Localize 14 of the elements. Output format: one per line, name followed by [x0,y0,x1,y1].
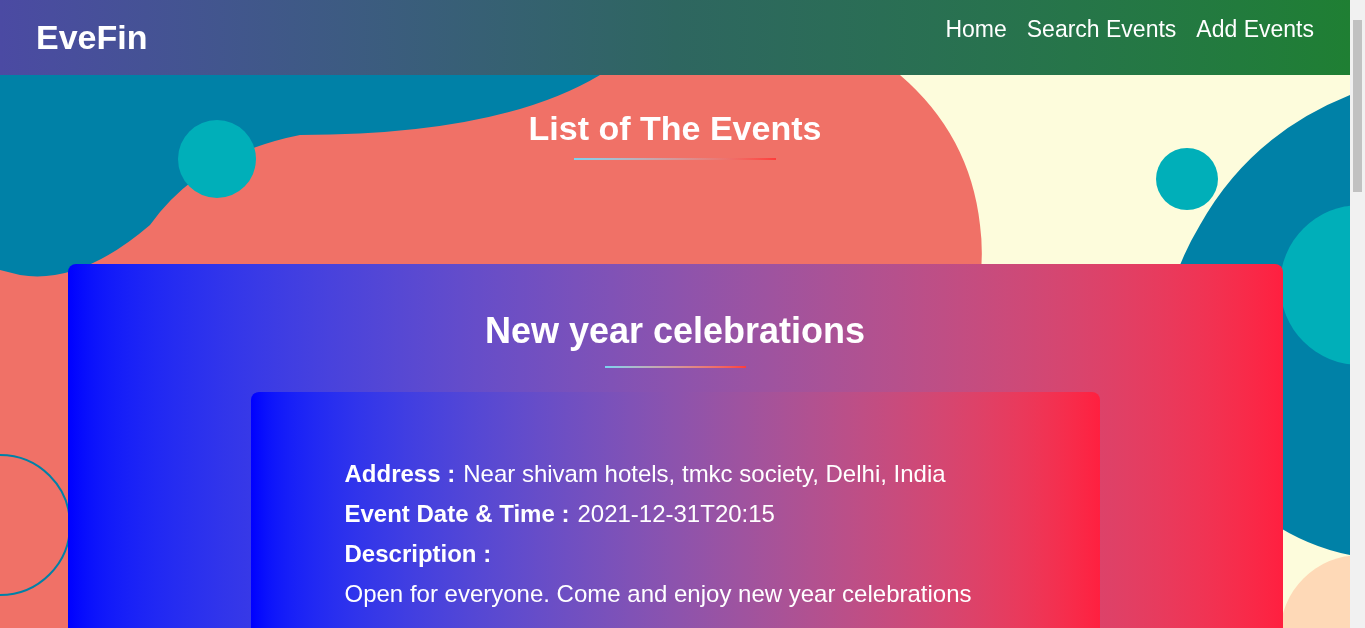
nav-link[interactable]: Add Events [1196,12,1314,47]
field-value: 2021-12-31T20:15 [577,498,775,529]
nav-link[interactable]: Search Events [1026,12,1177,47]
brand-logo[interactable]: EveFin [36,12,148,63]
scrollbar-thumb[interactable] [1353,20,1362,192]
page-title: List of The Events [528,108,822,149]
nav-link[interactable]: Home [945,12,1007,47]
field-value: Near shivam hotels, tmkc society, Delhi, India [463,458,946,489]
scrollbar[interactable] [1350,0,1365,628]
field-label: Address : [344,458,456,489]
field-label: Event Date & Time : [344,498,570,529]
field-label: Description : [344,538,492,569]
event-description: Open for everyone. Come and enjoy new year celebrations [344,578,973,609]
event-title: New year celebrations [484,309,866,353]
